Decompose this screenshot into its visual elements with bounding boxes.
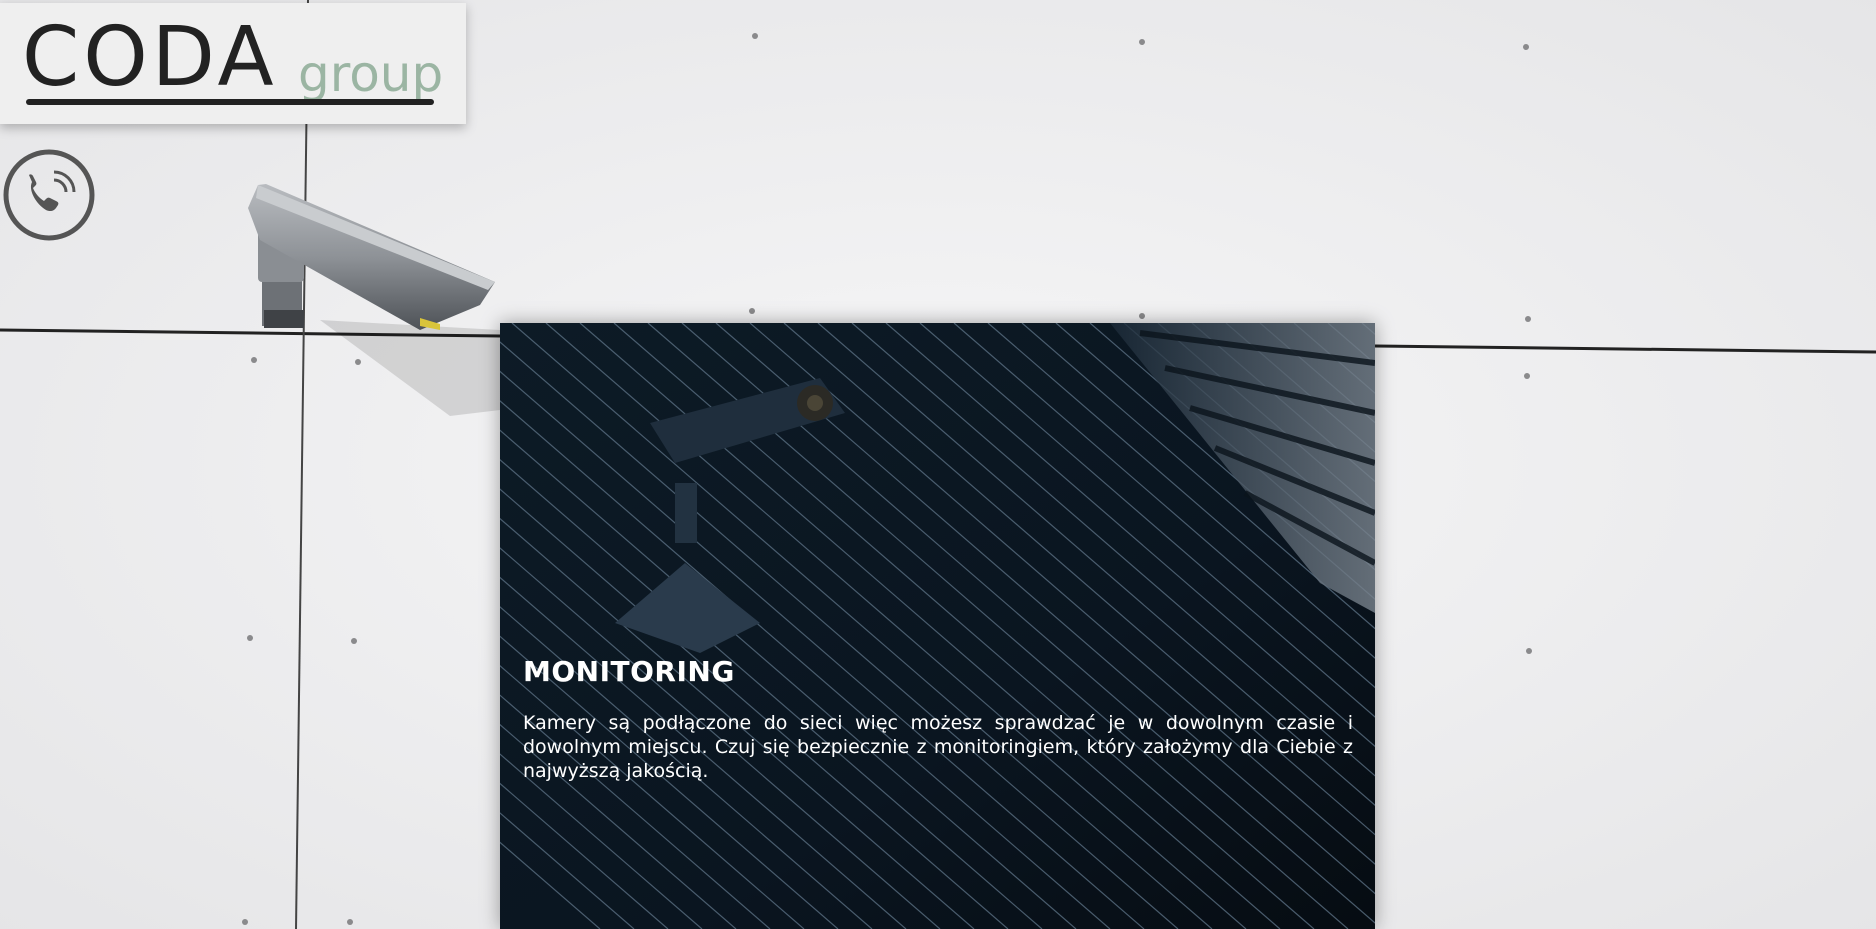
phone-call-icon — [3, 149, 95, 241]
monitoring-card-background — [500, 323, 1375, 929]
logo[interactable]: CODA group — [0, 3, 466, 124]
logo-main-text: CODA — [22, 10, 278, 105]
monitoring-card[interactable]: MONITORING Kamery są podłączone do sieci… — [500, 323, 1375, 929]
phone-call-button[interactable] — [2, 148, 96, 242]
coda-group-logo-icon: CODA group — [22, 10, 443, 105]
logo-sub-text: group — [298, 45, 443, 103]
card-description: Kamery są podłączone do sieci więc możes… — [523, 712, 1353, 782]
card-title: MONITORING — [523, 655, 735, 688]
